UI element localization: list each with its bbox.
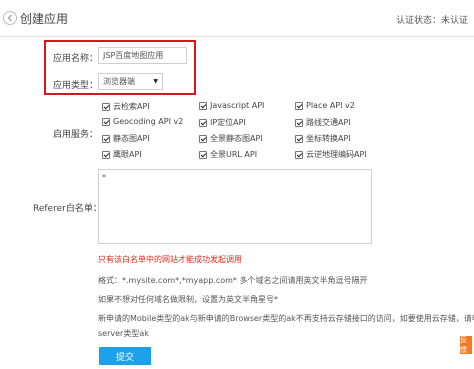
- format-hint: 格式：*.mysite.com*,*myapp.com* 多个域名之间请用英文半…: [98, 276, 368, 285]
- checkbox-checked-icon[interactable]: [199, 150, 207, 159]
- checkbox-checked-icon[interactable]: [295, 150, 303, 159]
- no-limit-hint: 如果不想对任何域名做限制，设置为英文半角星号*: [98, 295, 278, 304]
- back-button[interactable]: [3, 11, 17, 25]
- caret-down-icon: ▼: [153, 78, 158, 85]
- submit-button[interactable]: 提交: [99, 347, 151, 365]
- app-type-label: 应用类型：: [53, 81, 99, 91]
- service-item[interactable]: 路线交通API: [295, 117, 351, 128]
- checkbox-checked-icon[interactable]: [295, 118, 303, 127]
- app-type-selected: 浏览器端: [103, 77, 135, 86]
- page-header: 创建应用 认证状态：未认证: [0, 0, 474, 37]
- checkbox-checked-icon[interactable]: [102, 150, 110, 159]
- chevron-left-icon: [7, 14, 12, 22]
- service-item[interactable]: IP定位API: [199, 117, 246, 128]
- checkbox-checked-icon[interactable]: [199, 134, 207, 143]
- app-name-label: 应用名称：: [53, 54, 99, 64]
- checkbox-checked-icon[interactable]: [295, 134, 303, 143]
- service-item[interactable]: 鹰眼API: [102, 149, 142, 160]
- feedback-button[interactable]: 反馈: [460, 336, 472, 354]
- checkbox-checked-icon[interactable]: [102, 102, 110, 111]
- storage-notice-line-1: 新申请的Mobile类型的ak与新申请的Browser类型的ak不再支持云存储接…: [98, 314, 474, 323]
- verification-status: 认证状态：未认证: [395, 16, 468, 26]
- checkbox-checked-icon[interactable]: [102, 117, 110, 126]
- service-item[interactable]: Javascript API: [199, 101, 264, 110]
- page-title: 创建应用: [20, 12, 69, 26]
- service-item[interactable]: Place API v2: [295, 101, 355, 110]
- storage-notice-line-2: server类型ak: [98, 329, 149, 338]
- app-name-input[interactable]: JSP百度地图应用: [98, 47, 187, 64]
- service-item[interactable]: 坐标转换API: [295, 133, 351, 144]
- service-item[interactable]: 全景静态图API: [199, 133, 263, 144]
- services-label: 启用服务：: [53, 130, 99, 140]
- checkbox-checked-icon[interactable]: [199, 118, 207, 127]
- service-item[interactable]: 云检索API: [102, 101, 150, 112]
- service-item[interactable]: Geocoding API v2: [102, 117, 183, 126]
- referer-label: Referer白名单：: [33, 204, 102, 214]
- app-type-select[interactable]: 浏览器端 ▼: [98, 73, 163, 90]
- checkbox-checked-icon[interactable]: [199, 101, 207, 110]
- service-item[interactable]: 云逆地理编码API: [295, 149, 367, 160]
- service-item[interactable]: 全景URL API: [199, 149, 257, 160]
- referer-textarea[interactable]: *: [98, 169, 372, 244]
- service-item[interactable]: 静态图API: [102, 133, 150, 144]
- whitelist-warning: 只有该白名单中的网站才能成功发起调用: [98, 255, 242, 264]
- checkbox-checked-icon[interactable]: [102, 134, 110, 143]
- checkbox-checked-icon[interactable]: [295, 101, 303, 110]
